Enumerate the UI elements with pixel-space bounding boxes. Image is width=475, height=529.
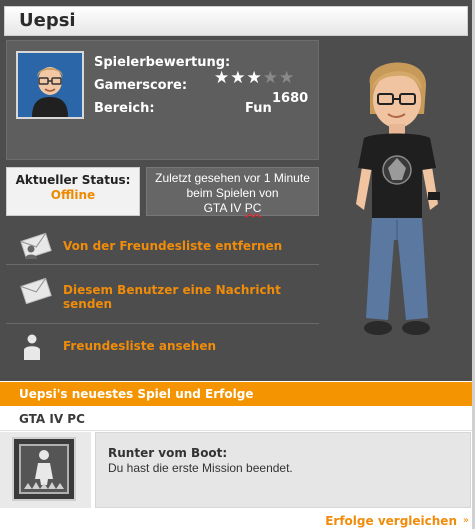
star-empty-icon: ★ bbox=[262, 68, 279, 88]
game-name-row[interactable]: GTA IV PC bbox=[0, 406, 475, 431]
achievement-icon[interactable] bbox=[12, 437, 76, 501]
profile-panel: Spielerbewertung: Gamerscore: Bereich: ★… bbox=[6, 40, 319, 160]
last-seen-game-suffix: PC bbox=[244, 201, 262, 215]
achievement-row: Runter vom Boot: Du hast die erste Missi… bbox=[0, 432, 475, 508]
full-body-avatar bbox=[356, 62, 440, 335]
double-arrow-icon: » bbox=[462, 515, 469, 526]
gamerscore-value: 1680 bbox=[272, 91, 309, 106]
gamerpic[interactable] bbox=[16, 51, 84, 119]
gamertag-title: Uepsi bbox=[19, 10, 76, 31]
profile-area: Uepsi Spielerbewertung: Gamerscore: Bere… bbox=[0, 0, 475, 381]
view-friends-action[interactable]: Freundesliste ansehen bbox=[6, 325, 319, 365]
game-name[interactable]: GTA IV PC bbox=[19, 412, 85, 426]
achievement-tile-area bbox=[0, 432, 91, 508]
status-value: Offline bbox=[50, 188, 96, 202]
star-filled-icon: ★ bbox=[246, 68, 263, 88]
remove-friend-link[interactable]: Von der Freundesliste entfernen bbox=[63, 239, 303, 253]
last-seen-game: GTA IV PC bbox=[147, 201, 318, 216]
gamerscore-label: Gamerscore: bbox=[94, 78, 188, 93]
star-filled-icon: ★ bbox=[214, 68, 231, 88]
latest-game-header-text: Uepsi's neuestes Spiel und Erfolge bbox=[19, 387, 254, 401]
current-status-box: Aktueller Status: Offline bbox=[6, 167, 140, 216]
gamerpic-avatar-icon bbox=[18, 53, 82, 117]
send-message-link[interactable]: Diesem Benutzer eine Nachricht senden bbox=[63, 283, 303, 311]
view-friends-link[interactable]: Freundesliste ansehen bbox=[63, 339, 303, 353]
achievement-title: Runter vom Boot: bbox=[108, 446, 228, 460]
remove-friend-icon bbox=[20, 231, 52, 265]
send-message-action[interactable]: Diesem Benutzer eine Nachricht senden bbox=[6, 266, 319, 324]
title-bar: Uepsi bbox=[4, 6, 468, 36]
rating-label: Spielerbewertung: bbox=[94, 55, 231, 70]
achievement-description: Du hast die erste Mission beendet. bbox=[108, 461, 293, 475]
last-seen-box: Zuletzt gesehen vor 1 Minute beim Spiele… bbox=[146, 167, 319, 216]
gamercard: Uepsi Spielerbewertung: Gamerscore: Bere… bbox=[0, 0, 475, 529]
last-seen-text: Zuletzt gesehen vor 1 Minute beim Spiele… bbox=[155, 171, 310, 200]
status-title: Aktueller Status: bbox=[15, 173, 131, 187]
achievement-text-box: Runter vom Boot: Du hast die erste Missi… bbox=[95, 432, 471, 508]
rating-stars: ★★★★★ bbox=[214, 68, 295, 88]
remove-friend-action[interactable]: Von der Freundesliste entfernen bbox=[6, 227, 319, 265]
star-filled-icon: ★ bbox=[230, 68, 247, 88]
star-empty-icon: ★ bbox=[279, 68, 296, 88]
last-seen-game-prefix: GTA IV bbox=[203, 201, 245, 215]
message-envelope-icon bbox=[20, 276, 52, 310]
latest-game-header: Uepsi's neuestes Spiel und Erfolge bbox=[0, 382, 475, 406]
compare-achievements-link[interactable]: Erfolge vergleichen bbox=[325, 514, 457, 528]
zone-label: Bereich: bbox=[94, 101, 155, 116]
zone-value: Fun bbox=[245, 101, 272, 116]
person-silhouette-icon bbox=[20, 333, 50, 365]
